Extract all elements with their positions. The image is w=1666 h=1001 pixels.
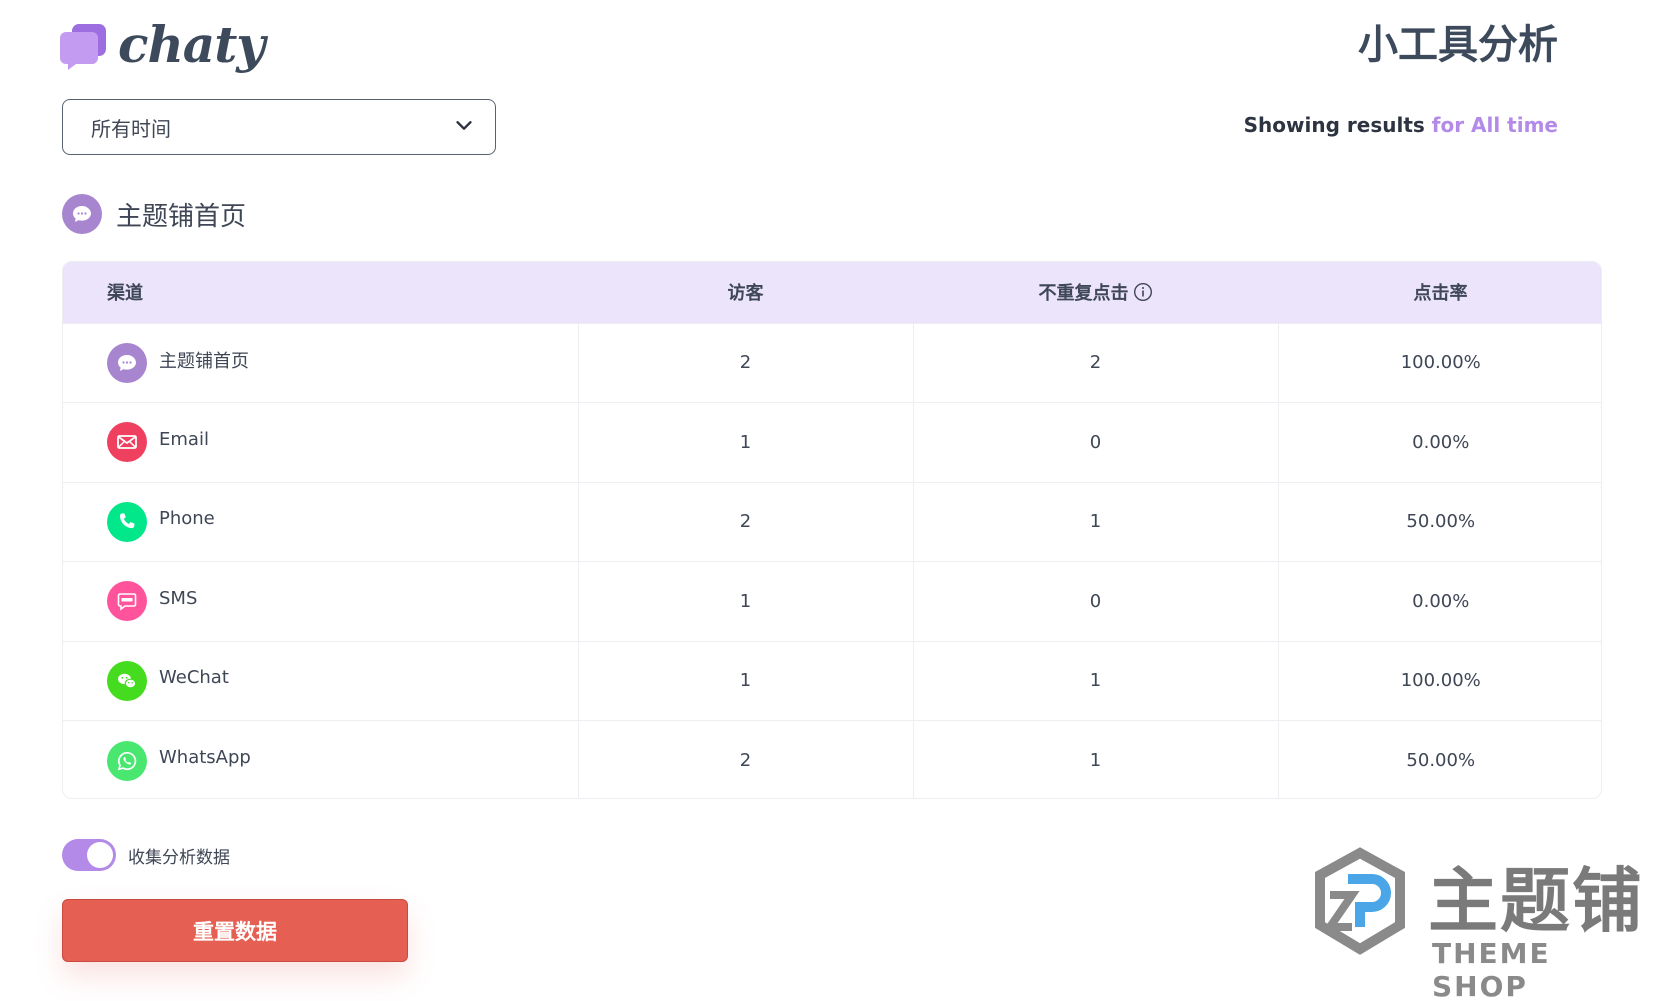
- results-summary: Showing results for All time: [1244, 113, 1558, 137]
- chevron-down-icon: [453, 114, 475, 140]
- click-rate-cell: 100.00%: [1277, 323, 1601, 403]
- period-select-value: 所有时间: [91, 116, 171, 141]
- channel-name: Email: [159, 428, 209, 450]
- channel-cell: Email: [63, 403, 578, 483]
- channel-name: 主题铺首页: [159, 350, 249, 372]
- wechat-icon: [107, 660, 147, 701]
- unique-clicks-cell: 0: [912, 402, 1278, 482]
- info-icon[interactable]: [1133, 282, 1153, 302]
- table-row: WhatsApp 2 1 50.00%: [63, 720, 1601, 799]
- theme-shop-watermark: 主题铺 THEME SHOP: [1300, 845, 1650, 1001]
- channel-cell: 主题铺首页: [63, 323, 578, 403]
- sms-icon: [107, 581, 147, 622]
- chat-bubble-icon: [62, 194, 102, 234]
- channel-cell: SMS: [63, 562, 578, 642]
- collect-analytics-toggle-row[interactable]: 收集分析数据: [62, 839, 230, 871]
- unique-clicks-cell: 1: [912, 482, 1278, 562]
- column-header-channel: 渠道: [107, 283, 143, 305]
- table-row: Phone 2 1 50.00%: [63, 482, 1601, 562]
- watermark-main-text: 主题铺: [1428, 860, 1644, 942]
- channel-cell: Phone: [63, 482, 578, 562]
- email-icon: [107, 422, 147, 463]
- unique-clicks-cell: 1: [912, 720, 1278, 798]
- unique-clicks-cell: 2: [912, 323, 1278, 403]
- unique-clicks-header-label: 不重复点击: [1038, 283, 1129, 305]
- table-header-row: 渠道 访客 不重复点击 点击率: [63, 262, 1601, 323]
- click-rate-cell: 100.00%: [1277, 641, 1601, 721]
- collect-analytics-label: 收集分析数据: [128, 847, 230, 868]
- visitors-cell: 2: [577, 482, 913, 562]
- watermark-sub-text: THEME SHOP: [1432, 937, 1551, 1001]
- results-summary-period: for All time: [1431, 113, 1558, 137]
- toggle-knob: [87, 842, 113, 868]
- click-rate-cell: 0.00%: [1277, 561, 1601, 641]
- unique-clicks-cell: 0: [912, 561, 1278, 641]
- period-select[interactable]: 所有时间: [62, 99, 496, 155]
- table-row: WeChat 1 1 100.00%: [63, 641, 1601, 721]
- visitors-cell: 2: [577, 323, 913, 403]
- channel-name: WhatsApp: [159, 747, 251, 768]
- theme-shop-logo-icon: [1315, 847, 1405, 955]
- chaty-logo-icon: [60, 24, 108, 70]
- channel-cell: WhatsApp: [63, 721, 578, 799]
- results-summary-prefix: Showing results: [1243, 113, 1425, 137]
- channel-name: SMS: [159, 587, 198, 609]
- analytics-table: 渠道 访客 不重复点击 点击率 主题铺首页 2 2 100.00% Email …: [62, 261, 1602, 799]
- channel-cell: WeChat: [63, 641, 578, 721]
- click-rate-cell: 0.00%: [1277, 402, 1601, 482]
- reset-data-button[interactable]: 重置数据: [62, 899, 408, 962]
- table-row: SMS 1 0 0.00%: [63, 561, 1601, 642]
- column-header-click-rate: 点击率: [1413, 283, 1468, 305]
- channel-name: WeChat: [159, 667, 229, 689]
- visitors-cell: 1: [577, 561, 913, 641]
- click-rate-cell: 50.00%: [1277, 720, 1601, 798]
- widget-name: 主题铺首页: [116, 201, 247, 232]
- channel-name: Phone: [159, 508, 215, 530]
- phone-icon: [107, 501, 147, 542]
- chaty-logo: chaty: [60, 4, 265, 84]
- whatsapp-icon: [107, 740, 147, 781]
- widget-heading: 主题铺首页: [62, 194, 246, 234]
- visitors-cell: 2: [577, 720, 913, 798]
- table-row: 主题铺首页 2 2 100.00%: [63, 323, 1601, 403]
- page-title: 小工具分析: [1358, 22, 1558, 68]
- visitors-cell: 1: [577, 402, 913, 482]
- collect-analytics-toggle[interactable]: [62, 839, 116, 871]
- unique-clicks-cell: 1: [912, 641, 1278, 721]
- column-header-visitors: 访客: [727, 283, 764, 305]
- column-header-unique-clicks: 不重复点击: [913, 262, 1278, 323]
- chat-bubble-icon: [107, 342, 147, 383]
- visitors-cell: 1: [577, 641, 913, 721]
- table-row: Email 1 0 0.00%: [63, 402, 1601, 483]
- click-rate-cell: 50.00%: [1277, 482, 1601, 562]
- analytics-page: chaty 小工具分析 所有时间 Showing results for All…: [0, 0, 1666, 1001]
- logo-text: chaty: [118, 14, 265, 74]
